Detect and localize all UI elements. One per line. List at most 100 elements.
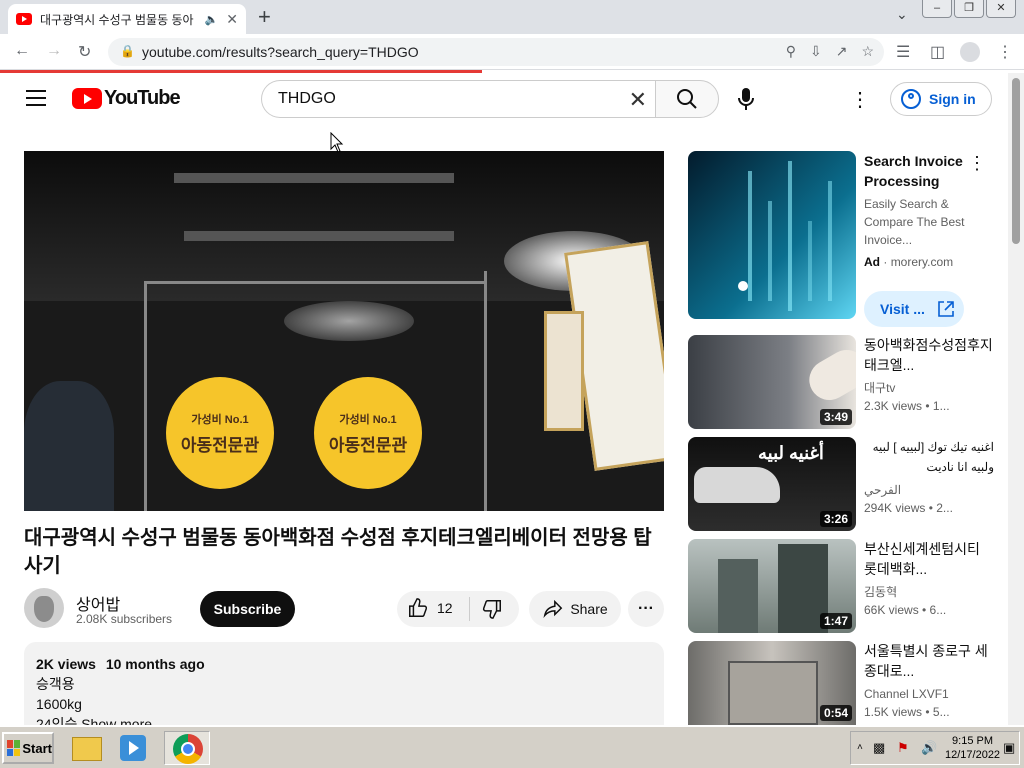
elevator-frame [144, 281, 484, 284]
back-arrow-icon[interactable]: ← [14, 42, 30, 60]
bookmark-star-icon[interactable]: ☆ [861, 43, 874, 60]
like-dislike-group: 12 [397, 591, 519, 627]
external-link-icon [938, 301, 954, 317]
subscribe-button[interactable]: Subscribe [200, 591, 295, 627]
clock-time: 9:15 PM [952, 735, 994, 747]
volume-icon[interactable]: 🔊 [921, 740, 937, 756]
ad-menu-icon[interactable]: ⋮ [968, 153, 986, 174]
account-circle-icon [901, 89, 921, 109]
subscriber-count: 2.08K subscribers [76, 612, 173, 626]
show-desktop-icon[interactable]: ▣ [1003, 740, 1015, 756]
related-video-channel: Channel LXVF1 [864, 687, 949, 701]
visit-site-button[interactable]: Visit ... [864, 291, 964, 327]
related-video-thumbnail[interactable]: 3:49 [688, 335, 856, 429]
ad-source: Ad · morery.com [864, 255, 954, 269]
media-control-icon[interactable]: ☰ [896, 42, 910, 62]
video-duration: 0:54 [819, 705, 852, 721]
share-arrow-icon [543, 599, 563, 619]
floor-indicator-panel [174, 173, 454, 183]
ad-badge: Ad [864, 255, 880, 269]
related-video-channel: 대구tv [864, 381, 896, 395]
view-count: 2K views [36, 656, 96, 672]
scrollbar-thumb[interactable] [1012, 78, 1020, 244]
address-bar[interactable]: 🔒 youtube.com/results?search_query=THDGO… [108, 38, 884, 66]
forward-arrow-icon[interactable]: → [46, 42, 62, 60]
tab-search-icon[interactable]: ⌄ [896, 6, 908, 23]
related-video-thumbnail[interactable]: 0:54 [688, 641, 856, 725]
youtube-header: YouTube ✕ ⋮ Sign in [0, 73, 1008, 125]
door-sticker: 가성비 No.1 아동전문관 [314, 377, 422, 489]
window-close-button[interactable]: ✕ [986, 0, 1016, 18]
network-icon[interactable]: ▩ [873, 740, 885, 756]
media-player-icon[interactable] [114, 731, 154, 765]
more-actions-button[interactable]: ··· [628, 591, 664, 627]
windows-flag-icon [7, 740, 21, 756]
video-player[interactable]: 가성비 No.1 아동전문관 가성비 No.1 아동전문관 [24, 151, 664, 511]
restore-button[interactable]: ❐ [954, 0, 984, 18]
visit-label: Visit ... [880, 301, 925, 317]
related-video-meta: 294K views • 2... [864, 501, 953, 515]
description-line: 1600kg [36, 696, 82, 712]
like-divider [469, 597, 470, 621]
window-controls: – ❐ ✕ [922, 0, 1016, 18]
search-box[interactable]: ✕ [261, 80, 657, 118]
install-icon[interactable]: ⇩ [810, 43, 822, 60]
share-page-icon[interactable]: ↗ [836, 43, 848, 60]
side-panel-icon[interactable]: ◫ [930, 42, 945, 62]
chrome-menu-icon[interactable]: ⋮ [997, 42, 1013, 62]
related-video-thumbnail[interactable]: أغنيه لبيه 3:26 [688, 437, 856, 531]
related-video-title: 서울특별시 종로구 세종대로... [864, 643, 988, 679]
settings-more-icon[interactable]: ⋮ [850, 87, 870, 112]
ad-thumbnail[interactable] [688, 151, 856, 319]
sign-in-button[interactable]: Sign in [890, 82, 992, 116]
related-video-thumbnail[interactable]: 1:47 [688, 539, 856, 633]
microphone-icon[interactable] [734, 86, 758, 112]
browser-tab[interactable]: 대구광역시 수성구 범물동 동아 🔈 ✕ [8, 4, 246, 34]
new-tab-button[interactable]: + [258, 4, 271, 30]
sign-in-label: Sign in [929, 91, 976, 107]
minimize-button[interactable]: – [922, 0, 952, 18]
related-video-info[interactable]: 동아백화점수성점후지태크엘... 대구tv 2.3K views • 1... [864, 335, 994, 415]
chrome-taskbar-icon[interactable] [164, 731, 210, 765]
youtube-favicon-icon [16, 13, 32, 25]
clear-search-icon[interactable]: ✕ [629, 87, 647, 113]
profile-avatar-icon[interactable] [960, 42, 980, 62]
related-video-info[interactable]: 부산신세계센텀시티 롯데백화... 김동혁 66K views • 6... [864, 539, 994, 619]
system-clock[interactable]: 9:15 PM 12/17/2022 [945, 734, 1000, 762]
channel-avatar[interactable] [24, 588, 64, 628]
related-video-info[interactable]: 서울특별시 종로구 세종대로... Channel LXVF1 1.5K vie… [864, 641, 994, 721]
tab-close-icon[interactable]: ✕ [226, 11, 238, 28]
thumbs-up-icon [409, 598, 428, 617]
youtube-logo[interactable]: YouTube [72, 87, 181, 110]
door-poster [544, 311, 584, 431]
search-input[interactable] [278, 90, 618, 108]
person-silhouette [24, 381, 114, 511]
video-duration: 3:49 [819, 409, 852, 425]
like-button[interactable]: 12 [407, 597, 453, 619]
related-video-channel: الفرحي [864, 483, 902, 497]
related-video-info[interactable]: اغنيه تيك توك [لبييه ] لبيه ولبيه انا نا… [864, 437, 994, 517]
mouse-cursor-icon [330, 132, 344, 153]
hamburger-menu-icon[interactable] [26, 90, 46, 106]
show-hidden-icons-icon[interactable]: ˄ [857, 742, 863, 753]
audio-playing-icon[interactable]: 🔈 [205, 13, 219, 26]
zoom-icon[interactable]: ⚲ [786, 43, 796, 60]
dislike-button[interactable] [481, 598, 503, 625]
share-button[interactable]: Share [529, 591, 621, 627]
youtube-play-icon [72, 88, 102, 109]
related-video-title: اغنيه تيك توك [لبييه ] لبيه ولبيه انا نا… [872, 440, 994, 474]
elevator-frame [484, 271, 487, 511]
action-center-icon[interactable]: ⚑ [897, 740, 909, 756]
browser-toolbar: ← → ↻ 🔒 youtube.com/results?search_query… [0, 34, 1024, 70]
related-video-meta: 66K views • 6... [864, 603, 947, 617]
share-label: Share [570, 601, 608, 617]
reload-icon[interactable]: ↻ [78, 42, 91, 62]
file-explorer-icon[interactable] [68, 731, 108, 765]
related-video-title: 동아백화점수성점후지태크엘... [864, 337, 993, 373]
lock-icon[interactable]: 🔒 [120, 44, 135, 58]
start-button[interactable]: Start [2, 732, 54, 764]
description-line: 승객용 [36, 676, 75, 692]
video-owner-row: 상어밥 2.08K subscribers Subscribe 12 Share… [24, 588, 664, 630]
search-button[interactable] [655, 80, 719, 118]
tab-title: 대구광역시 수성구 범물동 동아 [40, 12, 194, 27]
